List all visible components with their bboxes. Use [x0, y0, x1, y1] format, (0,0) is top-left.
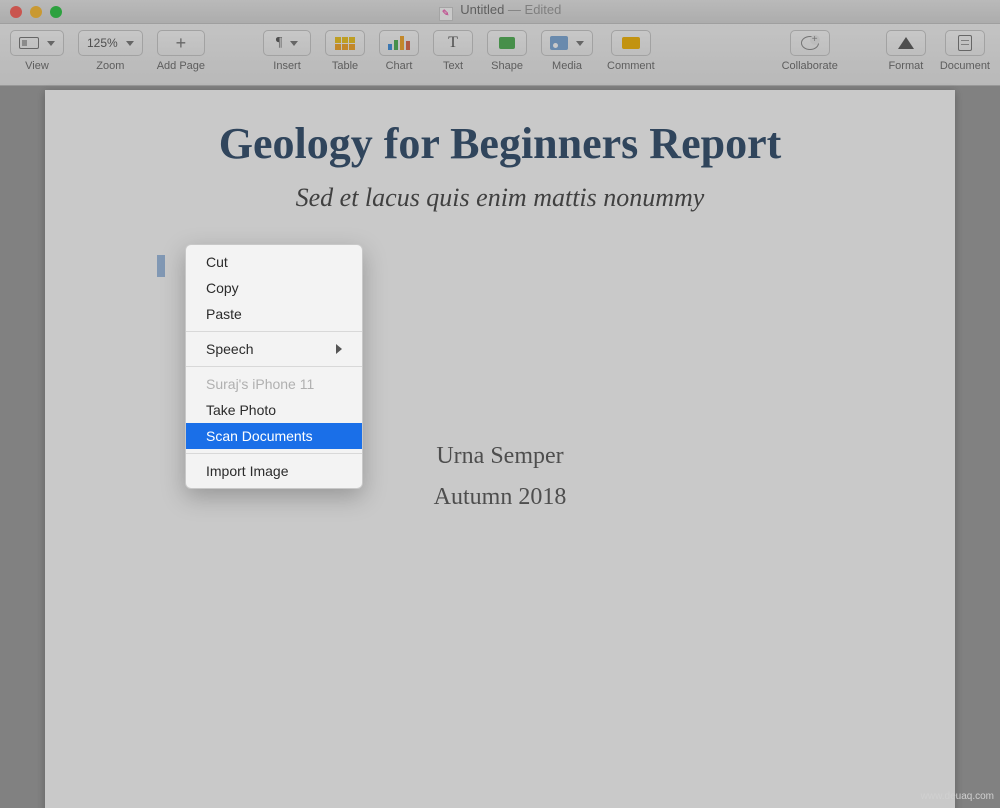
paragraph-icon: ¶: [276, 35, 282, 51]
edited-indicator: — Edited: [504, 2, 561, 17]
menu-scan-documents[interactable]: Scan Documents: [186, 423, 362, 449]
menu-import-image[interactable]: Import Image: [186, 458, 362, 484]
add-page-button[interactable]: +: [157, 30, 205, 56]
zoom-button[interactable]: 125%: [78, 30, 143, 56]
view-label: View: [25, 60, 49, 72]
doc-title[interactable]: Geology for Beginners Report: [105, 118, 895, 169]
comment-button[interactable]: [611, 30, 651, 56]
table-button[interactable]: [325, 30, 365, 56]
menu-cut-label: Cut: [206, 254, 228, 270]
window-title: ✎ Untitled — Edited: [0, 2, 1000, 21]
comment-label: Comment: [607, 60, 655, 72]
toolbar: View 125% Zoom + Add Page ¶ Insert Table…: [0, 24, 1000, 86]
zoom-value: 125%: [87, 36, 118, 50]
media-icon: [550, 36, 568, 50]
menu-cut[interactable]: Cut: [186, 249, 362, 275]
media-button[interactable]: [541, 30, 593, 56]
menu-speech-label: Speech: [206, 341, 253, 357]
menu-separator: [186, 453, 362, 454]
collaborate-button[interactable]: [790, 30, 830, 56]
doc-subtitle[interactable]: Sed et lacus quis enim mattis nonummy: [105, 183, 895, 213]
menu-speech[interactable]: Speech: [186, 336, 362, 362]
menu-scan-documents-label: Scan Documents: [206, 428, 313, 444]
chart-icon: [388, 36, 410, 50]
menu-paste-label: Paste: [206, 306, 242, 322]
media-label: Media: [552, 60, 582, 72]
shape-button[interactable]: [487, 30, 527, 56]
menu-take-photo[interactable]: Take Photo: [186, 397, 362, 423]
menu-import-image-label: Import Image: [206, 463, 288, 479]
collaborate-label: Collaborate: [782, 60, 838, 72]
format-icon: [898, 37, 914, 49]
watermark: www.deuaq.com: [921, 791, 994, 802]
menu-separator: [186, 331, 362, 332]
menu-separator: [186, 366, 362, 367]
view-button[interactable]: [10, 30, 64, 56]
document-icon: [958, 35, 972, 51]
table-label: Table: [332, 60, 358, 72]
comment-icon: [622, 37, 640, 49]
menu-copy[interactable]: Copy: [186, 275, 362, 301]
context-menu: Cut Copy Paste Speech Suraj's iPhone 11 …: [185, 244, 363, 489]
text-icon: T: [448, 34, 458, 52]
table-icon: [335, 37, 355, 50]
format-label: Format: [888, 60, 923, 72]
shape-label: Shape: [491, 60, 523, 72]
shape-icon: [499, 37, 515, 49]
document-name: Untitled: [460, 2, 504, 17]
insert-label: Insert: [273, 60, 301, 72]
menu-take-photo-label: Take Photo: [206, 402, 276, 418]
view-icon: [19, 37, 39, 49]
text-button[interactable]: T: [433, 30, 473, 56]
text-label: Text: [443, 60, 463, 72]
document-button[interactable]: [945, 30, 985, 56]
chart-label: Chart: [386, 60, 413, 72]
text-selection: [157, 255, 165, 277]
window-titlebar: ✎ Untitled — Edited: [0, 0, 1000, 24]
submenu-arrow-icon: [336, 344, 342, 354]
menu-copy-label: Copy: [206, 280, 239, 296]
document-canvas[interactable]: Geology for Beginners Report Sed et lacu…: [0, 86, 1000, 808]
plus-icon: +: [176, 33, 187, 54]
page[interactable]: Geology for Beginners Report Sed et lacu…: [45, 90, 955, 808]
document-label: Document: [940, 60, 990, 72]
add-page-label: Add Page: [157, 60, 205, 72]
insert-button[interactable]: ¶: [263, 30, 311, 56]
zoom-label: Zoom: [96, 60, 124, 72]
menu-paste[interactable]: Paste: [186, 301, 362, 327]
menu-device-label: Suraj's iPhone 11: [206, 376, 314, 392]
collaborate-icon: [801, 36, 819, 50]
document-file-icon: ✎: [439, 7, 453, 21]
chart-button[interactable]: [379, 30, 419, 56]
format-button[interactable]: [886, 30, 926, 56]
menu-device-header: Suraj's iPhone 11: [186, 371, 362, 397]
